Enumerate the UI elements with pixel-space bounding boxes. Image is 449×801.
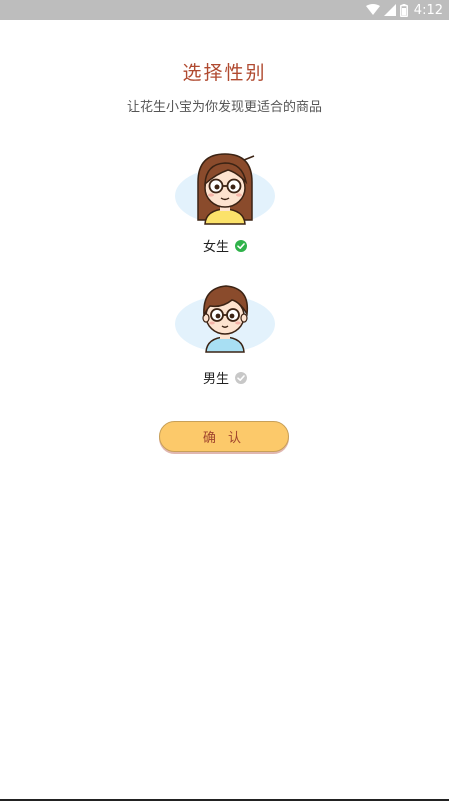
status-bar: 4:12 — [0, 0, 449, 20]
battery-icon — [399, 3, 408, 17]
male-label: 男生 — [202, 372, 229, 387]
check-selected-icon — [235, 239, 247, 252]
wifi-icon — [365, 4, 380, 15]
male-label-row: 男生 — [150, 368, 300, 387]
page-title: 选择性别 — [182, 62, 267, 84]
female-option[interactable]: 女生 — [150, 148, 300, 260]
girl-avatar-icon — [175, 153, 275, 225]
boy-avatar-icon — [175, 285, 275, 353]
gender-selection-screen: 4:12 选择性别 让花生小宝为你发现更适合的商品 女生 男生 确 认 — [0, 0, 449, 801]
female-label-row: 女生 — [150, 236, 300, 255]
signal-icon — [383, 4, 396, 16]
status-icons: 4:12 — [365, 2, 443, 18]
male-option[interactable]: 男生 — [150, 280, 300, 392]
status-time: 4:12 — [413, 2, 443, 18]
page-subtitle: 让花生小宝为你发现更适合的商品 — [126, 100, 322, 115]
female-label: 女生 — [202, 240, 229, 255]
confirm-button[interactable]: 确 认 — [159, 421, 289, 452]
check-unselected-icon — [235, 371, 247, 384]
confirm-button-label: 确 认 — [202, 431, 246, 446]
